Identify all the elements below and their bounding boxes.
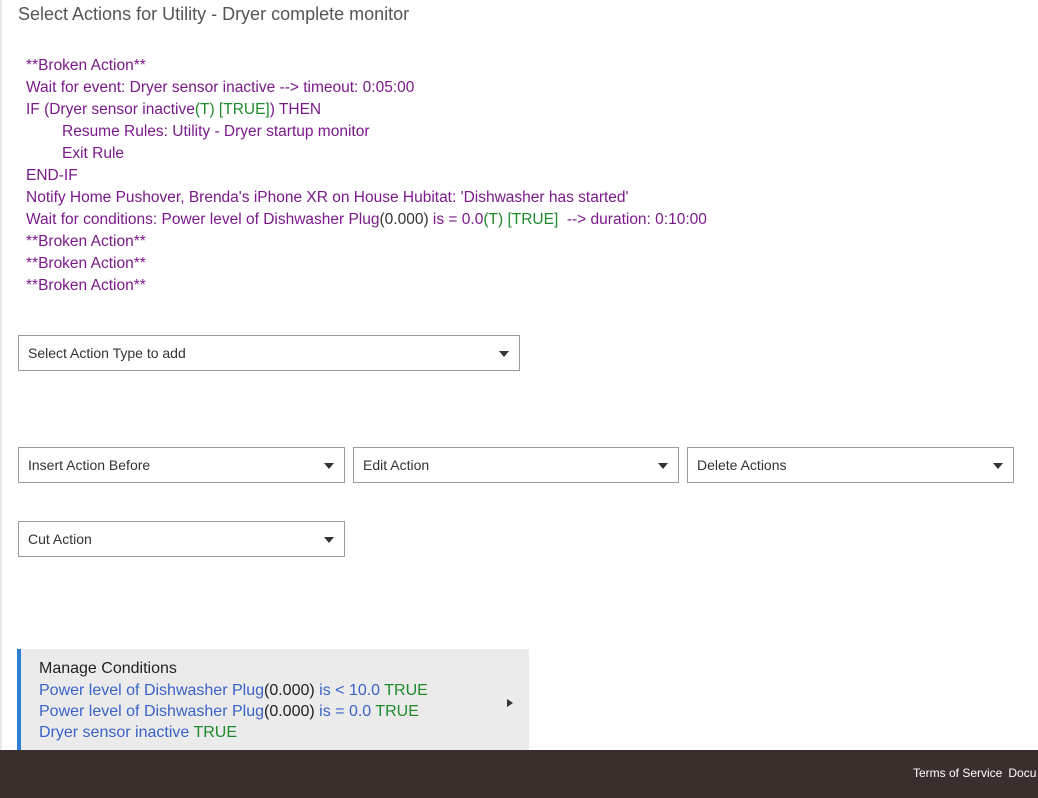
documentation-link[interactable]: Docu [1008, 766, 1036, 780]
condition-text: Dryer sensor inactive [39, 724, 194, 741]
dropdown-label: Cut Action [28, 531, 92, 547]
action-line: Wait for event: Dryer sensor inactive --… [26, 79, 415, 96]
action-line: **Broken Action** [26, 277, 146, 294]
condition-truth: TRUE [384, 682, 428, 699]
footer-links: Terms of Service Docu [913, 766, 1038, 780]
action-text: --> duration: 0:10:00 [558, 211, 707, 228]
action-value: (0.000) [379, 211, 429, 228]
delete-actions-dropdown[interactable]: Delete Actions [687, 447, 1014, 483]
condition-row: Power level of Dishwasher Plug(0.000) is… [39, 682, 428, 700]
action-line: Wait for conditions: Power level of Dish… [26, 209, 707, 231]
action-line: Notify Home Pushover, Brenda's iPhone XR… [26, 189, 629, 206]
condition-text: Power level of Dishwasher Plug [39, 703, 264, 720]
action-line: **Broken Action** [26, 255, 146, 272]
condition-text: is = 0.0 [314, 703, 376, 720]
chevron-down-icon [324, 537, 334, 543]
action-line: **Broken Action** [26, 233, 146, 250]
action-line: Exit Rule [62, 145, 125, 162]
action-truth: (T) [TRUE] [483, 211, 559, 228]
condition-value: (0.000) [264, 703, 315, 720]
manage-conditions-heading: Manage Conditions [39, 660, 177, 677]
action-truth: (T) [TRUE] [194, 101, 270, 118]
footer-bar: Terms of Service Docu [0, 750, 1038, 798]
edit-action-dropdown[interactable]: Edit Action [353, 447, 679, 483]
manage-conditions-panel[interactable]: Manage Conditions Power level of Dishwas… [17, 649, 529, 750]
chevron-down-icon [658, 463, 668, 469]
action-line: END-IF [26, 167, 78, 184]
action-text: IF (Dryer sensor inactive [26, 101, 195, 118]
chevron-down-icon [499, 351, 509, 357]
page-title: Select Actions for Utility - Dryer compl… [18, 4, 410, 24]
action-line: IF (Dryer sensor inactive(T) [TRUE]) THE… [26, 99, 707, 121]
expand-arrow-icon[interactable] [507, 699, 513, 707]
chevron-down-icon [324, 463, 334, 469]
action-text: ) THEN [269, 101, 322, 118]
condition-row: Dryer sensor inactive TRUE [39, 724, 237, 742]
condition-truth: TRUE [375, 703, 419, 720]
dropdown-label: Insert Action Before [28, 457, 151, 473]
action-text: Wait for conditions: Power level of Dish… [26, 211, 380, 228]
condition-row: Power level of Dishwasher Plug(0.000) is… [39, 703, 419, 721]
condition-text: Power level of Dishwasher Plug [39, 682, 264, 699]
action-text: is = 0.0 [428, 211, 484, 228]
page-left-border [0, 0, 2, 750]
condition-truth: TRUE [193, 724, 237, 741]
select-action-type-dropdown[interactable]: Select Action Type to add [18, 335, 520, 371]
terms-of-service-link[interactable]: Terms of Service [913, 766, 1002, 780]
cut-action-dropdown[interactable]: Cut Action [18, 521, 345, 557]
dropdown-label: Edit Action [363, 457, 430, 473]
dropdown-label: Delete Actions [697, 457, 787, 473]
insert-action-before-dropdown[interactable]: Insert Action Before [18, 447, 345, 483]
condition-text: is < 10.0 [314, 682, 385, 699]
condition-value: (0.000) [264, 682, 315, 699]
dropdown-label: Select Action Type to add [28, 345, 186, 361]
action-line: Resume Rules: Utility - Dryer startup mo… [62, 123, 370, 140]
action-line: **Broken Action** [26, 57, 146, 74]
actions-list: **Broken Action** Wait for event: Dryer … [26, 55, 707, 297]
chevron-down-icon [993, 463, 1003, 469]
